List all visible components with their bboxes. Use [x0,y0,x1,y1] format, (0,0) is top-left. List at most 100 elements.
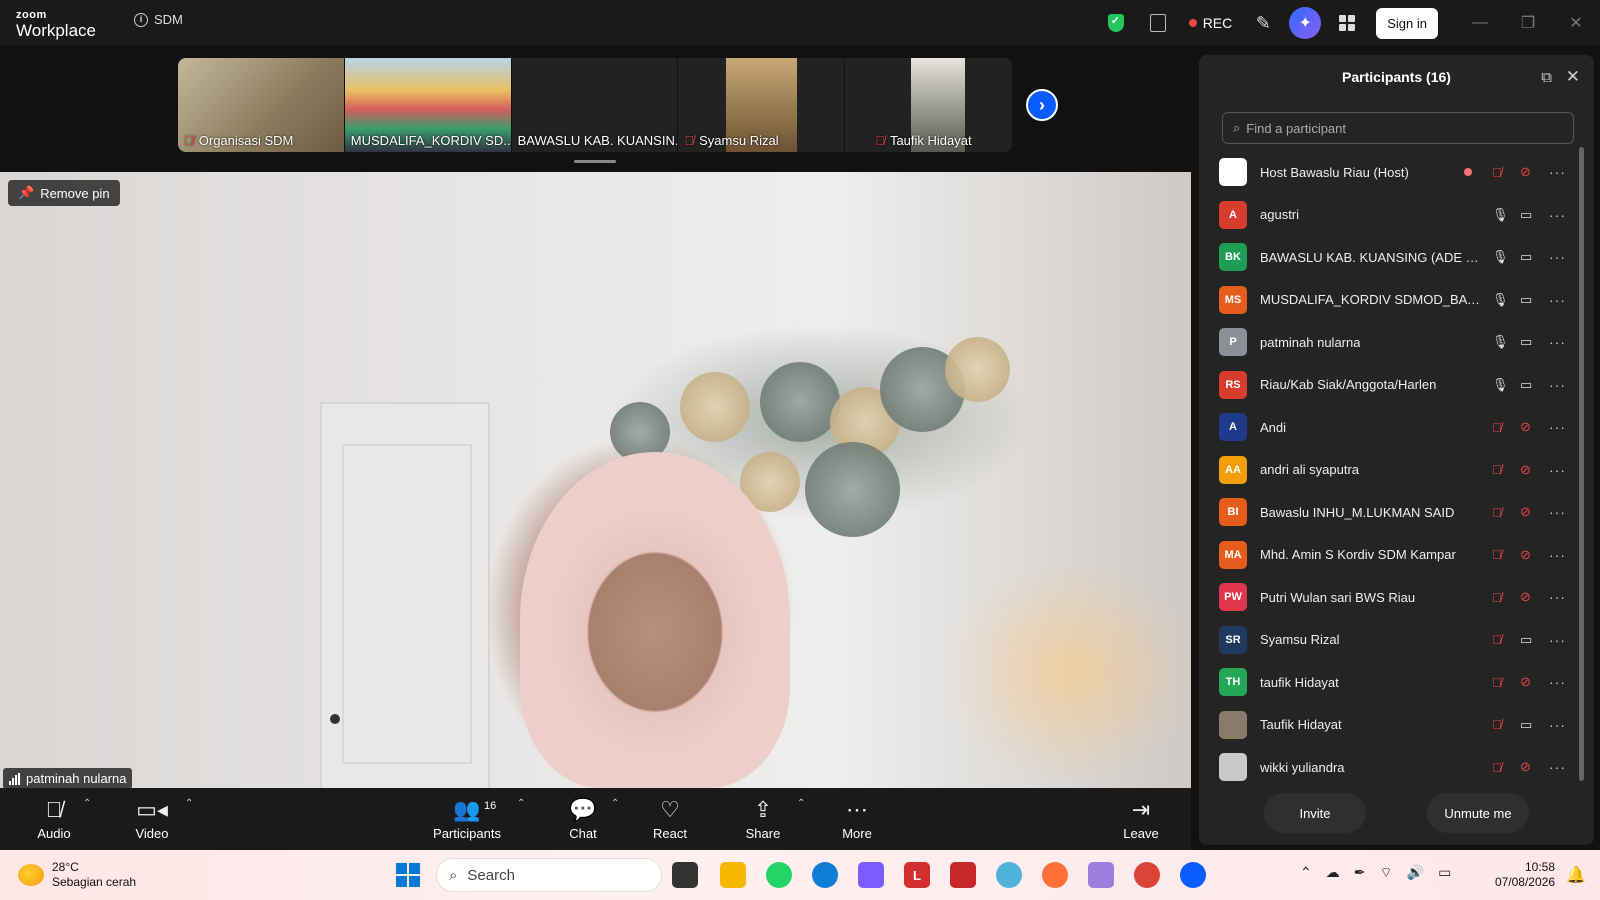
annotate-icon[interactable]: ✎ [1247,7,1279,39]
video-icon[interactable]: ▭ [1520,377,1532,393]
cloud-off-icon[interactable]: ☁ [1326,864,1340,882]
weather-widget[interactable]: 28°C Sebagian cerah [18,860,136,890]
participant-row[interactable]: RS Riau/Kab Siak/Anggota/Harlen 🎙 ▭ ··· [1199,364,1579,407]
participant-row[interactable]: MA Mhd. Amin S Kordiv SDM Kampar 🎙̸ ⊘ ··· [1199,534,1579,577]
video-icon[interactable]: ▭ [1520,249,1532,265]
more-options-icon[interactable]: ··· [1549,632,1566,648]
mic-icon[interactable]: 🎙 [1492,249,1509,265]
more-options-icon[interactable]: ··· [1549,419,1566,435]
more-options-icon[interactable]: ··· [1549,377,1566,393]
task-view-icon[interactable] [672,862,698,888]
file-explorer-icon[interactable] [720,862,746,888]
video-off-icon[interactable]: ⊘ [1520,419,1531,435]
muted-mic-icon[interactable]: 🎙̸ [1492,632,1502,647]
minimize-icon[interactable]: — [1456,14,1504,32]
more-button[interactable]: ⋯ More [838,788,876,850]
muted-mic-icon[interactable]: 🎙̸ [1492,547,1502,562]
pen-app-icon[interactable] [1088,862,1114,888]
video-off-icon[interactable]: ⊘ [1520,164,1531,180]
notes-icon[interactable] [1142,7,1174,39]
more-options-icon[interactable]: ··· [1549,589,1566,605]
edge-icon[interactable] [812,862,838,888]
more-options-icon[interactable]: ··· [1549,292,1566,308]
app-icon[interactable] [996,862,1022,888]
unmute-me-button[interactable]: Unmute me [1427,793,1529,833]
mic-icon[interactable]: 🎙 [1492,207,1509,223]
gallery-tile[interactable]: 🎙̸ Syamsu Rizal [678,58,846,152]
video-off-icon[interactable]: ⊘ [1520,589,1531,605]
gallery-tile[interactable]: BAWASLU KAB. KUANSIN... [511,58,679,152]
participant-row[interactable]: Ppatminah nularna 🎙 ▭ ··· [1199,321,1579,364]
more-options-icon[interactable]: ··· [1549,462,1566,478]
more-options-icon[interactable]: ··· [1549,547,1566,563]
more-options-icon[interactable]: ··· [1549,759,1566,775]
copilot-icon[interactable] [858,862,884,888]
gallery-tile[interactable]: 🎙̸ Taufik Hidayat [845,58,1012,152]
more-options-icon[interactable]: ··· [1549,164,1566,180]
video-off-icon[interactable]: ⊘ [1520,674,1531,690]
muted-mic-icon[interactable]: 🎙̸ [1492,505,1502,520]
participant-row[interactable]: TH taufik Hidayat 🎙̸ ⊘ ··· [1199,661,1579,704]
taskbar-search[interactable]: ⌕ Search [436,858,662,892]
participant-row[interactable]: SR Syamsu Rizal 🎙̸ ▭ ··· [1199,619,1579,662]
chat-options-chevron-icon[interactable]: ⌃ [611,798,619,809]
security-shield-icon[interactable] [1100,7,1132,39]
share-options-chevron-icon[interactable]: ⌃ [797,798,805,809]
close-window-icon[interactable]: ✕ [1552,13,1600,33]
firefox-icon[interactable] [1042,862,1068,888]
video-off-icon[interactable]: ⊘ [1520,462,1531,478]
share-button[interactable]: ⇪ Share [745,788,781,850]
audio-button[interactable]: 🎙̸ Audio [36,788,72,850]
more-options-icon[interactable]: ··· [1549,674,1566,690]
more-options-icon[interactable]: ··· [1549,249,1566,265]
participant-search-input[interactable]: ⌕ Find a participant [1222,112,1574,144]
strip-resize-handle[interactable] [574,160,616,163]
notification-bell-icon[interactable]: 🔔 [1566,865,1586,885]
video-icon[interactable]: ▭ [1520,207,1532,223]
zoom-icon[interactable] [1180,862,1206,888]
muted-mic-icon[interactable]: 🎙̸ [1492,590,1502,605]
video-icon[interactable]: ▭ [1520,334,1532,350]
participants-options-chevron-icon[interactable]: ⌃ [517,798,525,809]
participant-row[interactable]: wikki yuliandra 🎙̸ ⊘ ··· [1199,746,1579,789]
more-options-icon[interactable]: ··· [1549,504,1566,520]
participant-row[interactable]: PW Putri Wulan sari BWS Riau 🎙̸ ⊘ ··· [1199,576,1579,619]
mcafee-icon[interactable] [950,862,976,888]
chrome-icon[interactable] [1134,862,1160,888]
participant-row[interactable]: MS MUSDALIFA_KORDIV SDMOD_BAWA... 🎙 ▭ ··· [1199,279,1579,322]
l-app-icon[interactable]: L [904,862,930,888]
whatsapp-icon[interactable] [766,862,792,888]
meeting-info-button[interactable]: i SDM [134,12,183,27]
participants-button[interactable]: 👥 Participants [430,788,504,850]
gallery-tile[interactable]: 🎙̸ Organisasi SDM [178,58,345,152]
next-page-chevron-icon[interactable]: › [1026,89,1058,121]
sign-in-button[interactable]: Sign in [1376,7,1438,39]
close-panel-icon[interactable]: ✕ [1566,67,1580,87]
participant-row[interactable]: BK BAWASLU KAB. KUANSING (ADE IND... 🎙 ▭ ··· [1199,236,1579,279]
audio-options-chevron-icon[interactable]: ⌃ [83,798,91,809]
mic-icon[interactable]: 🎙 [1492,292,1509,308]
wifi-icon[interactable]: ⌔ [1379,864,1392,882]
video-off-icon[interactable]: ⊘ [1520,759,1531,775]
chat-button[interactable]: 💬 Chat [565,788,601,850]
participant-row[interactable]: Aagustri 🎙 ▭ ··· [1199,194,1579,237]
participant-row[interactable]: AA andri ali syaputra 🎙̸ ⊘ ··· [1199,449,1579,492]
participant-row[interactable]: Host Bawaslu Riau (Host) 🎙̸ ⊘ ··· [1199,151,1579,194]
muted-mic-icon[interactable]: 🎙̸ [1492,717,1502,732]
apps-icon[interactable] [1331,7,1363,39]
battery-icon[interactable]: ▭ [1438,864,1451,882]
muted-mic-icon[interactable]: 🎙̸ [1492,165,1502,180]
gallery-tile[interactable]: MUSDALIFA_KORDIV SD... [344,58,512,152]
more-options-icon[interactable]: ··· [1549,334,1566,350]
more-options-icon[interactable]: ··· [1549,207,1566,223]
mic-icon[interactable]: 🎙 [1492,334,1509,350]
remove-pin-button[interactable]: 📌 Remove pin [8,180,120,206]
show-hidden-icons-chevron-icon[interactable]: ⌃ [1300,864,1312,882]
video-icon[interactable]: ▭ [1520,292,1532,308]
participant-row[interactable]: Taufik Hidayat 🎙̸ ▭ ··· [1199,704,1579,747]
clock[interactable]: 10:58 07/08/2026 [1493,860,1555,890]
react-button[interactable]: ♡ React [650,788,690,850]
popout-icon[interactable]: ⧉ [1541,69,1552,86]
muted-mic-icon[interactable]: 🎙̸ [1492,420,1502,435]
video-options-chevron-icon[interactable]: ⌃ [185,798,193,809]
